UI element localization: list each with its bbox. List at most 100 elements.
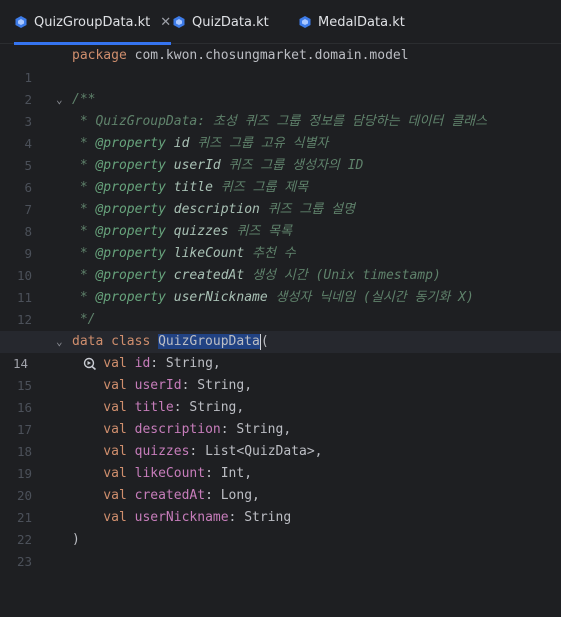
doc-param: userId (165, 158, 221, 173)
code-line[interactable]: 16 val userId: String, (0, 375, 561, 415)
doc-param: quizzes (165, 224, 229, 239)
doc-star: * (72, 224, 96, 239)
doc-tag: @property (95, 180, 166, 195)
property-name: userNickname (134, 510, 229, 525)
keyword: val (72, 400, 135, 415)
code-line[interactable]: 5 * @property id 퀴즈 그룹 고유 식별자 (0, 133, 561, 173)
code-line[interactable]: 21 val createdAt: Long, (0, 485, 561, 525)
doc-tag: @property (95, 268, 166, 283)
code-line[interactable]: 18 val description: String, (0, 419, 561, 459)
property-name: createdAt (134, 488, 206, 503)
doc-star: * (72, 180, 96, 195)
run-gutter-icon[interactable] (36, 335, 96, 371)
type-decl: : String (228, 510, 292, 525)
property-name: title (134, 400, 174, 415)
keyword: package (72, 48, 127, 63)
doc-param: title (165, 180, 213, 195)
doc-param: createdAt (165, 268, 245, 283)
doc-star: * (72, 290, 96, 305)
keyword: val (72, 510, 135, 525)
keyword: val (72, 466, 135, 481)
fold-arrow-icon[interactable]: ⌄ (56, 89, 63, 111)
code-line[interactable]: 17 val title: String, (0, 397, 561, 437)
doc-comment: */ (72, 312, 96, 327)
type-decl: : String, (150, 356, 221, 371)
doc-text: 퀴즈 그룹 생성자의 ID (220, 158, 364, 173)
property-name: description (134, 422, 221, 437)
tab-quizgroupdata[interactable]: QuizGroupData.kt ✕ (14, 0, 172, 45)
code-line[interactable]: 19 val quizzes: List<QuizData>, (0, 441, 561, 481)
code-line-current[interactable]: 14 ⌄ data class QuizGroupData( (0, 331, 561, 371)
code-line[interactable]: 9 * @property quizzes 퀴즈 목록 (0, 221, 561, 261)
doc-text: 생성 시간 (Unix timestamp) (244, 268, 441, 283)
doc-text: 추천 수 (244, 246, 296, 261)
doc-param: id (165, 136, 190, 151)
close-icon[interactable]: ✕ (160, 16, 171, 29)
code-line[interactable]: 15 val id: String, (0, 353, 561, 393)
code-line[interactable]: 13 */ (0, 309, 561, 349)
doc-text: 생성자 닉네임 (실시간 동기화 X) (267, 290, 474, 305)
type-decl: : String, (173, 400, 245, 415)
type-decl: : List<QuizData>, (189, 444, 323, 459)
paren: ) (72, 532, 80, 547)
doc-comment: * QuizGroupData: 초성 퀴즈 그룹 정보를 담당하는 데이터 클… (72, 114, 488, 129)
code-line[interactable]: 23 ) (0, 529, 561, 569)
type-decl: : String, (181, 378, 253, 393)
doc-tag: @property (95, 246, 166, 261)
kotlin-file-icon (14, 15, 28, 29)
doc-text: 퀴즈 그룹 고유 식별자 (189, 136, 329, 151)
doc-param: likeCount (165, 246, 245, 261)
doc-tag: @property (95, 158, 166, 173)
type-decl: : String, (220, 422, 292, 437)
code-line[interactable]: 20 val likeCount: Int, (0, 463, 561, 503)
doc-param: userNickname (165, 290, 268, 305)
type-decl: : Long, (205, 488, 260, 503)
doc-param: description (165, 202, 260, 217)
code-line[interactable]: 22 val userNickname: String (0, 507, 561, 547)
code-editor[interactable]: 1 package com.kwon.chosungmarket.domain.… (0, 44, 561, 569)
doc-star: * (72, 202, 96, 217)
code-line[interactable]: 11 * @property createdAt 생성 시간 (Unix tim… (0, 265, 561, 305)
kotlin-file-icon (298, 15, 312, 29)
doc-star: * (72, 246, 96, 261)
code-line[interactable]: 3 ⌄ /** (0, 89, 561, 129)
kotlin-file-icon (172, 15, 186, 29)
property-name: quizzes (134, 444, 190, 459)
keyword: val (72, 422, 135, 437)
doc-text: 퀴즈 목록 (228, 224, 293, 239)
tab-label: MedalData.kt (318, 14, 405, 30)
code-line[interactable]: 2 (0, 67, 561, 107)
code-line[interactable]: 10 * @property likeCount 추천 수 (0, 243, 561, 283)
keyword: val (72, 488, 135, 503)
package-name: com.kwon.chosungmarket.domain.model (126, 48, 409, 63)
property-name: likeCount (134, 466, 206, 481)
code-line[interactable]: 7 * @property title 퀴즈 그룹 제목 (0, 177, 561, 217)
keyword: val (72, 444, 135, 459)
doc-tag: @property (95, 224, 166, 239)
type-decl: : Int, (205, 466, 253, 481)
property-name: userId (134, 378, 182, 393)
paren: ( (260, 334, 269, 349)
tab-quizdata[interactable]: QuizData.kt (172, 0, 269, 44)
doc-text: 퀴즈 그룹 설명 (259, 202, 356, 217)
doc-star: * (72, 268, 96, 283)
doc-star: * (72, 158, 96, 173)
doc-comment: /** (72, 92, 96, 107)
code-line[interactable]: 4 * QuizGroupData: 초성 퀴즈 그룹 정보를 담당하는 데이터… (0, 111, 561, 151)
doc-text: 퀴즈 그룹 제목 (212, 180, 309, 195)
tab-label: QuizGroupData.kt (34, 14, 151, 30)
code-line[interactable]: 6 * @property userId 퀴즈 그룹 생성자의 ID (0, 155, 561, 195)
tab-medaldata[interactable]: MedalData.kt (298, 0, 405, 44)
fold-arrow-icon[interactable]: ⌄ (56, 331, 63, 353)
keyword: val (72, 356, 135, 371)
keyword: val (72, 378, 135, 393)
code-line[interactable]: 8 * @property description 퀴즈 그룹 설명 (0, 199, 561, 239)
line-number: 23 (16, 554, 32, 569)
property-name: id (134, 356, 151, 371)
code-line[interactable]: 1 package com.kwon.chosungmarket.domain.… (0, 45, 561, 85)
class-name: QuizGroupData (158, 334, 260, 349)
tab-label: QuizData.kt (192, 14, 269, 30)
keyword: data class (72, 334, 159, 349)
doc-tag: @property (95, 290, 166, 305)
code-line[interactable]: 12 * @property userNickname 생성자 닉네임 (실시간… (0, 287, 561, 327)
